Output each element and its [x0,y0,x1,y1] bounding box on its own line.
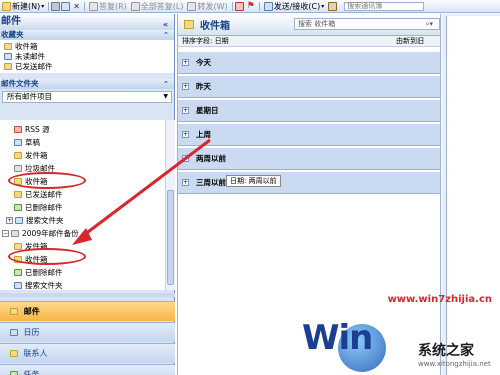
highlight-oval-inbox [8,172,86,189]
folder-backup-deleted[interactable]: 已删除邮件 [14,267,63,277]
nav-button-calendar[interactable]: 日历 [0,322,175,342]
nav-pane-title: 邮件 « [0,14,174,30]
favorites-list: 收件箱 未读邮件 已发送邮件 [0,40,174,73]
nav-button-mail[interactable]: 邮件 [0,301,175,321]
watermark-logo: Win 系统之家 www.xitongzhijia.net [300,318,500,375]
chevron-up-icon[interactable]: ⌃ [163,79,169,89]
outbox-icon [14,151,22,159]
favorite-sent-items[interactable]: 已发送邮件 [4,61,174,71]
arrange-by-bar[interactable]: 排序字段: 日期 由新到旧 [178,36,440,47]
mail-folders-header[interactable]: 邮件文件夹 ⌃ [0,79,174,89]
folder-sent[interactable]: 已发送邮件 [14,189,63,199]
toolbar: 新建(N) ▾ ✕ 答复(R) 全部答复(L) 转发(W) ⚑ 发送/接收(C)… [0,0,500,13]
chevron-down-icon[interactable]: ▾ [41,3,44,10]
collapse-icon[interactable]: − [2,229,9,237]
sort-order[interactable]: 由新到旧 [396,36,424,47]
reply-button[interactable]: 答复(R) [87,1,129,12]
outbox-icon [14,242,22,250]
expand-icon[interactable]: + [6,216,13,224]
folder-backup-search[interactable]: 搜索文件夹 [14,280,63,290]
toolbar-divider [83,1,85,11]
logo-win-text: Win [302,318,373,358]
folder-drafts[interactable]: 草稿 [14,137,40,147]
group-yesterday[interactable]: + 昨天 [178,76,440,98]
reply-all-button[interactable]: 全部答复(L) [129,1,186,12]
folder-rss[interactable]: RSS 源 [14,124,50,134]
expand-icon[interactable]: + [182,107,189,114]
pst-file-icon [11,229,19,237]
watermark-url: www.win7zhijia.cn [387,294,492,305]
toolbar-divider [258,1,260,11]
move-icon[interactable] [61,1,71,11]
search-icon[interactable]: ⌕▾ [426,19,433,29]
sent-items-icon [4,62,12,70]
group-today[interactable]: + 今天 [178,52,440,74]
logo-brand: 系统之家 [418,343,474,359]
toolbar-divider [48,1,50,11]
categorize-icon[interactable] [234,1,244,11]
search-inbox-input[interactable]: 搜索 收件箱 ⌕▾ [294,18,440,30]
toolbar-divider [231,1,233,11]
expand-icon[interactable]: + [182,179,189,186]
chevron-down-icon[interactable]: ▾ [321,3,324,10]
mail-icon [10,308,18,315]
folder-tree-scrollbar[interactable] [165,120,175,290]
delete-button[interactable]: ✕ [71,1,82,12]
date-tooltip: 日期: 两周以前 [226,175,281,187]
new-mail-icon [2,1,11,11]
sent-items-icon [14,190,22,198]
forward-button[interactable]: 转发(W) [185,1,229,12]
expand-icon[interactable]: + [182,131,189,138]
chevron-down-icon[interactable]: ▼ [163,92,168,102]
print-icon[interactable] [51,1,61,11]
group-last-week[interactable]: + 上周 [178,124,440,146]
new-button[interactable]: 新建(N) ▾ [0,1,46,12]
inbox-icon [184,20,194,29]
tasks-icon [10,371,18,375]
scrollbar-thumb[interactable] [167,190,174,285]
inbox-icon [4,42,12,50]
search-folder-icon [15,216,23,224]
rss-icon [14,125,22,133]
favorite-inbox[interactable]: 收件箱 [4,41,174,51]
highlight-oval-backup-inbox [8,248,86,265]
search-folder-icon [14,281,22,289]
nav-button-contacts[interactable]: 联系人 [0,343,175,363]
send-receive-icon [263,1,273,11]
folder-backup-2009[interactable]: − 2009年邮件备份 [2,228,79,238]
folder-tree: RSS 源 草稿 发件箱 垃圾邮件 收件箱 已发送邮件 已删除邮件 + 搜索文件… [0,120,165,290]
expand-icon[interactable]: + [182,155,189,162]
deleted-items-icon [14,203,22,211]
address-book-icon[interactable] [328,1,338,11]
contacts-icon [10,350,18,357]
reply-icon [88,1,98,11]
favorites-header[interactable]: 收藏夹 ⌃ [0,30,174,40]
expand-icon[interactable]: + [182,83,189,90]
group-three-weeks-ago[interactable]: + 三周以前 [178,172,440,194]
chevron-up-icon[interactable]: ⌃ [163,30,169,40]
reply-all-icon [130,1,140,11]
junk-icon [14,164,22,172]
all-mail-items-dropdown[interactable]: 所有邮件项目 ▼ [2,91,172,103]
folder-deleted[interactable]: 已删除邮件 [14,202,63,212]
favorite-unread-mail[interactable]: 未读邮件 [4,51,174,61]
nav-button-tasks[interactable]: 任务 [0,364,175,375]
nav-pane-splitter[interactable] [0,293,175,297]
drafts-icon [14,138,22,146]
follow-up-flag-icon[interactable]: ⚑ [245,1,257,12]
expand-icon[interactable]: + [182,59,189,66]
send-receive-button[interactable]: 发送/接收(C) ▾ [262,1,327,12]
folder-outbox[interactable]: 发件箱 [14,150,48,160]
folder-title: 收件箱 [200,21,230,32]
calendar-icon [10,329,18,336]
folder-search[interactable]: + 搜索文件夹 [6,215,64,225]
deleted-items-icon [14,268,22,276]
group-two-weeks-ago[interactable]: + 两周以前 [178,148,440,170]
forward-icon [187,1,197,11]
logo-brand-url: www.xitongzhijia.net [418,360,491,368]
address-book-search-input[interactable]: 搜索通讯簿 [344,1,425,11]
group-sunday[interactable]: + 星期日 [178,100,440,122]
search-folder-icon [4,52,12,60]
